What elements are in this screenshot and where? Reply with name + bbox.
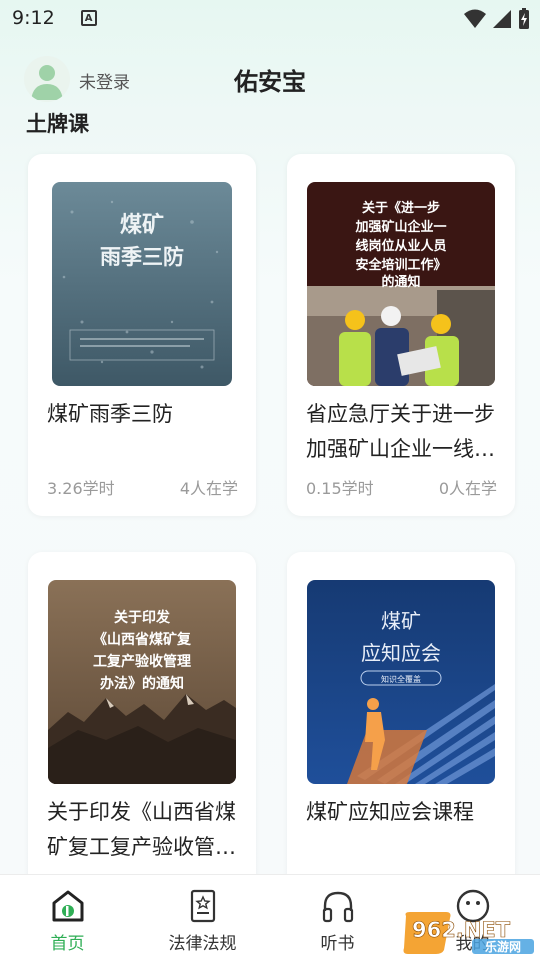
watermark-subtext: 乐游网 <box>485 939 521 954</box>
wifi-icon <box>464 9 486 28</box>
cover-line: 工复产验收管理 <box>93 653 191 670</box>
cover-line: 关于《进一步 <box>362 200 440 216</box>
cover-line: 线岗位从业人员 <box>355 238 446 254</box>
course-cover-image: 煤矿 应知应会 知识全覆盖 <box>307 580 495 784</box>
course-meta: 3.26学时 4人在学 <box>47 475 238 499</box>
app-header: 未登录 佑安宝 <box>0 52 540 108</box>
tab-audiobooks[interactable]: 听书 <box>270 875 405 960</box>
status-icons <box>464 8 530 30</box>
page-title: 佑安宝 <box>234 68 306 96</box>
course-cover-image: 关于《进一步 加强矿山企业一 线岗位从业人员 安全培训工作》 的通知 <box>307 182 495 386</box>
tab-label: 听书 <box>320 934 355 954</box>
course-learners: 0人在学 <box>438 479 497 498</box>
cover-line: 煤矿 <box>120 212 164 238</box>
course-card[interactable]: 煤矿 雨季三防 煤矿雨季三防 3.26学时 4人在学 <box>28 154 256 516</box>
status-bar: 9:12 A <box>0 0 540 36</box>
watermark-text: 962.NET <box>412 918 511 942</box>
course-title: 煤矿应知应会课程 <box>306 800 474 824</box>
status-time: 9:12 <box>12 7 55 29</box>
cover-line: 加强矿山企业一 <box>354 219 446 235</box>
course-card[interactable]: 关于《进一步 加强矿山企业一 线岗位从业人员 安全培训工作》 的通知 省应急厅关… <box>287 154 515 516</box>
course-learners: 4人在学 <box>179 479 238 498</box>
course-title: 省应急厅关于进一步加强矿山企业一线岗位从业人员安全培训工作的通知 <box>306 402 495 461</box>
battery-icon <box>519 8 529 29</box>
cover-line: 雨季三防 <box>100 245 184 269</box>
home-icon <box>52 890 83 922</box>
course-hours: 0.15学时 <box>306 479 374 498</box>
headphones-icon <box>322 891 353 923</box>
course-meta: 0.15学时 0人在学 <box>306 475 497 499</box>
cover-line: 关于印发 <box>114 609 171 626</box>
tab-label: 法律法规 <box>168 934 237 954</box>
course-title: 关于印发《山西省煤矿复工复产验收管理办法》的通知 <box>47 800 236 859</box>
site-watermark-logo: 962.NET 乐游网 <box>402 910 536 956</box>
cover-line: 安全培训工作》 <box>355 257 446 273</box>
course-card[interactable]: 煤矿 应知应会 知识全覆盖 煤矿应知应会课程 <box>287 552 515 914</box>
cover-line: 《山西省煤矿复 <box>93 631 192 648</box>
tab-laws[interactable]: 法律法规 <box>135 875 270 960</box>
section-title: 土牌课 <box>26 112 89 136</box>
cover-line: 煤矿 <box>381 609 421 633</box>
course-title: 煤矿雨季三防 <box>47 402 173 426</box>
cover-line: 知识全覆盖 <box>381 674 421 684</box>
course-card[interactable]: 关于印发 《山西省煤矿复 工复产验收管理 办法》的通知 关于印发《山西省煤矿复工… <box>28 552 256 914</box>
cover-line: 的通知 <box>381 274 420 290</box>
signal-icon <box>493 10 511 28</box>
notification-a-icon: A <box>80 10 97 26</box>
cover-line: 办法》的通知 <box>100 675 184 692</box>
document-icon <box>190 889 215 923</box>
course-cover-image: 关于印发 《山西省煤矿复 工复产验收管理 办法》的通知 <box>48 580 236 784</box>
cover-line: 应知应会 <box>361 641 441 665</box>
course-hours: 3.26学时 <box>47 479 115 498</box>
tab-label: 首页 <box>50 934 85 954</box>
course-cover-image: 煤矿 雨季三防 <box>52 182 232 386</box>
tab-home[interactable]: 首页 <box>0 875 135 960</box>
